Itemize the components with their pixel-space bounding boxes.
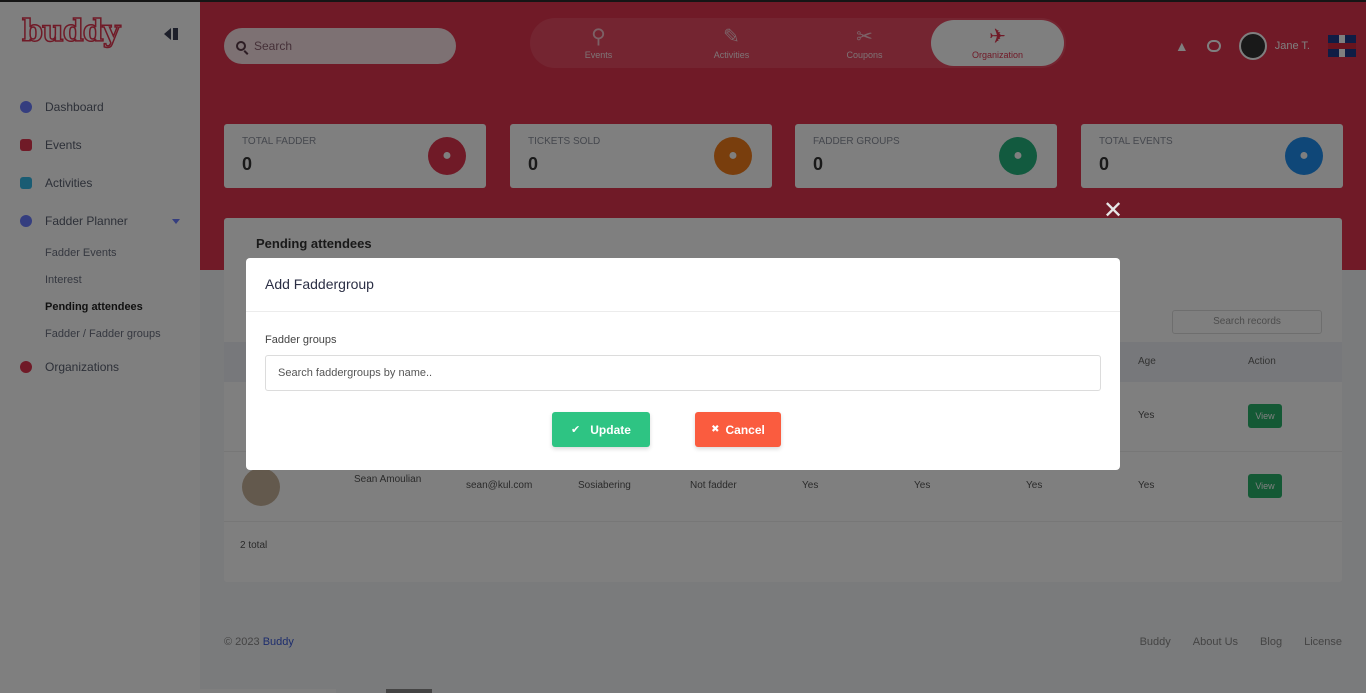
close-icon[interactable]: ✕ — [1103, 199, 1123, 223]
update-label: Update — [590, 422, 631, 437]
modal-body: Fadder groups — [246, 312, 1120, 391]
faddergroup-search-input[interactable] — [265, 355, 1101, 391]
cancel-label: Cancel — [725, 422, 765, 437]
field-label: Fadder groups — [265, 334, 337, 346]
cancel-button[interactable]: ✖ Cancel — [695, 412, 781, 447]
update-button[interactable]: ✔ Update — [552, 412, 650, 447]
modal-title: Add Faddergroup — [246, 258, 1120, 312]
add-faddergroup-modal: Add Faddergroup Fadder groups ✔ Update ✖… — [246, 258, 1120, 470]
close-icon: ✖ — [711, 424, 720, 435]
check-icon: ✔ — [571, 424, 581, 436]
